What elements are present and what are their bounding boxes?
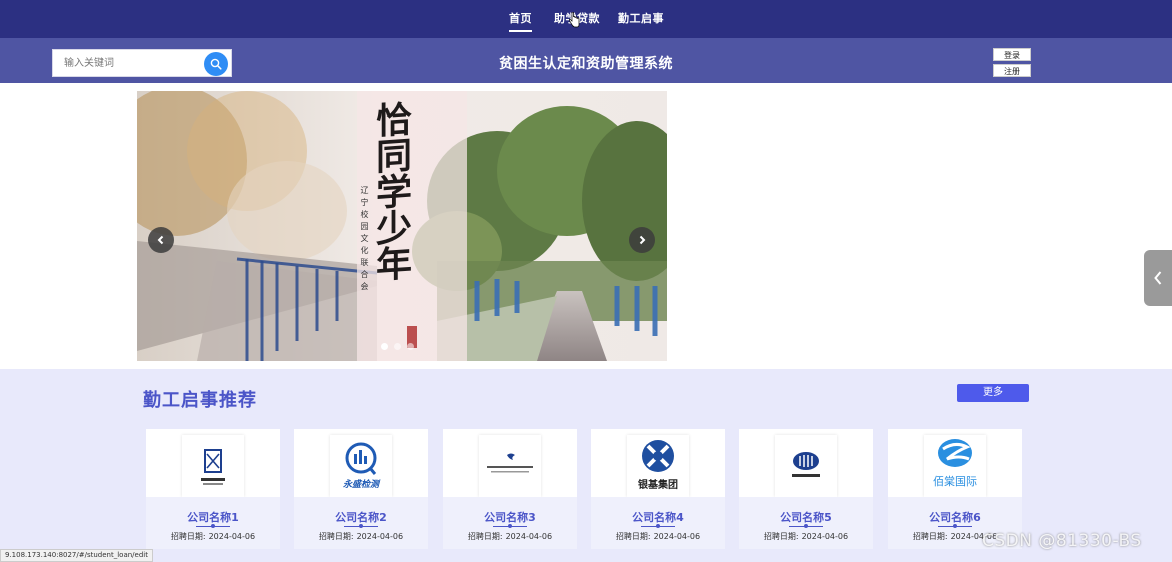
small-seal-logo-icon xyxy=(487,453,533,473)
login-button[interactable]: 登录 xyxy=(993,48,1031,61)
side-panel-toggle[interactable] xyxy=(1144,250,1172,306)
company-logo: 银基集团 xyxy=(627,435,689,497)
chevron-left-icon xyxy=(157,235,164,245)
building-logo-icon xyxy=(201,449,225,485)
register-button[interactable]: 注册 xyxy=(993,64,1031,77)
divider xyxy=(789,524,823,528)
recruit-date: 招聘日期: 2024-04-06 xyxy=(615,532,701,541)
company-card[interactable]: 永盛检测 公司名称2 招聘日期: 2024-04-06 xyxy=(294,429,428,549)
nav-item-home[interactable]: 首页 xyxy=(509,10,532,32)
company-name: 公司名称2 xyxy=(335,511,387,524)
status-bar-url: 9.108.173.140:8027/#/student_loan/edit xyxy=(0,549,153,562)
company-logo-text: 永盛检测 xyxy=(342,480,379,490)
calligraphy-title: 恰同学少年 xyxy=(370,99,412,283)
company-name: 公司名称5 xyxy=(780,511,832,524)
calligraphy-subtitle: 辽宁校园文化联合会 xyxy=(360,186,369,294)
shield-logo-icon xyxy=(792,452,820,477)
company-name: 公司名称6 xyxy=(929,511,981,524)
recruit-date: 招聘日期: 2024-04-06 xyxy=(763,532,849,541)
carousel-dot[interactable] xyxy=(407,343,414,350)
company-name: 公司名称4 xyxy=(632,511,684,524)
more-button[interactable]: 更多 xyxy=(957,384,1029,402)
chevron-right-icon xyxy=(639,235,646,245)
watermark: CSDN @81330-BS xyxy=(982,531,1142,551)
company-name: 公司名称3 xyxy=(484,511,536,524)
x-shield-logo-icon xyxy=(642,440,674,472)
divider xyxy=(938,524,972,528)
company-logo-text: 银基集团 xyxy=(638,480,678,491)
carousel-next-button[interactable] xyxy=(629,227,655,253)
divider xyxy=(493,524,527,528)
company-logo: 佰棠国际 xyxy=(924,435,986,497)
carousel-dot[interactable] xyxy=(381,343,388,350)
company-card[interactable]: 银基集团 公司名称4 招聘日期: 2024-04-06 xyxy=(591,429,725,549)
carousel-prev-button[interactable] xyxy=(148,227,174,253)
company-logo-text: 佰棠国际 xyxy=(933,475,977,488)
recruit-date: 招聘日期: 2024-04-06 xyxy=(170,532,256,541)
divider xyxy=(344,524,378,528)
chevron-left-icon xyxy=(1154,271,1162,285)
section-title: 勤工启事推荐 xyxy=(143,390,257,411)
header-bar: 贫困生认定和资助管理系统 登录 注册 xyxy=(0,38,1172,83)
hand-cursor-icon xyxy=(569,12,580,28)
company-logo xyxy=(182,435,244,497)
top-nav: 首页 助学贷款 勤工启事 xyxy=(0,0,1172,38)
divider xyxy=(196,524,230,528)
divider xyxy=(641,524,675,528)
banner-carousel: 恰同学少年 辽宁校园文化联合会 xyxy=(137,91,667,361)
carousel-indicators xyxy=(381,343,414,350)
nav-item-work-study[interactable]: 勤工启事 xyxy=(618,10,664,26)
company-logo xyxy=(479,435,541,497)
carousel-dot[interactable] xyxy=(394,343,401,350)
swoosh-logo-icon xyxy=(938,439,972,467)
company-logo: 永盛检测 xyxy=(330,435,392,497)
company-card[interactable]: 公司名称5 招聘日期: 2024-04-06 xyxy=(739,429,873,549)
recruit-date: 招聘日期: 2024-04-06 xyxy=(318,532,404,541)
company-logo xyxy=(775,435,837,497)
company-name: 公司名称1 xyxy=(187,511,239,524)
company-card[interactable]: 公司名称1 招聘日期: 2024-04-06 xyxy=(146,429,280,549)
company-card[interactable]: 公司名称3 招聘日期: 2024-04-06 xyxy=(443,429,577,549)
recruit-date: 招聘日期: 2024-04-06 xyxy=(467,532,553,541)
